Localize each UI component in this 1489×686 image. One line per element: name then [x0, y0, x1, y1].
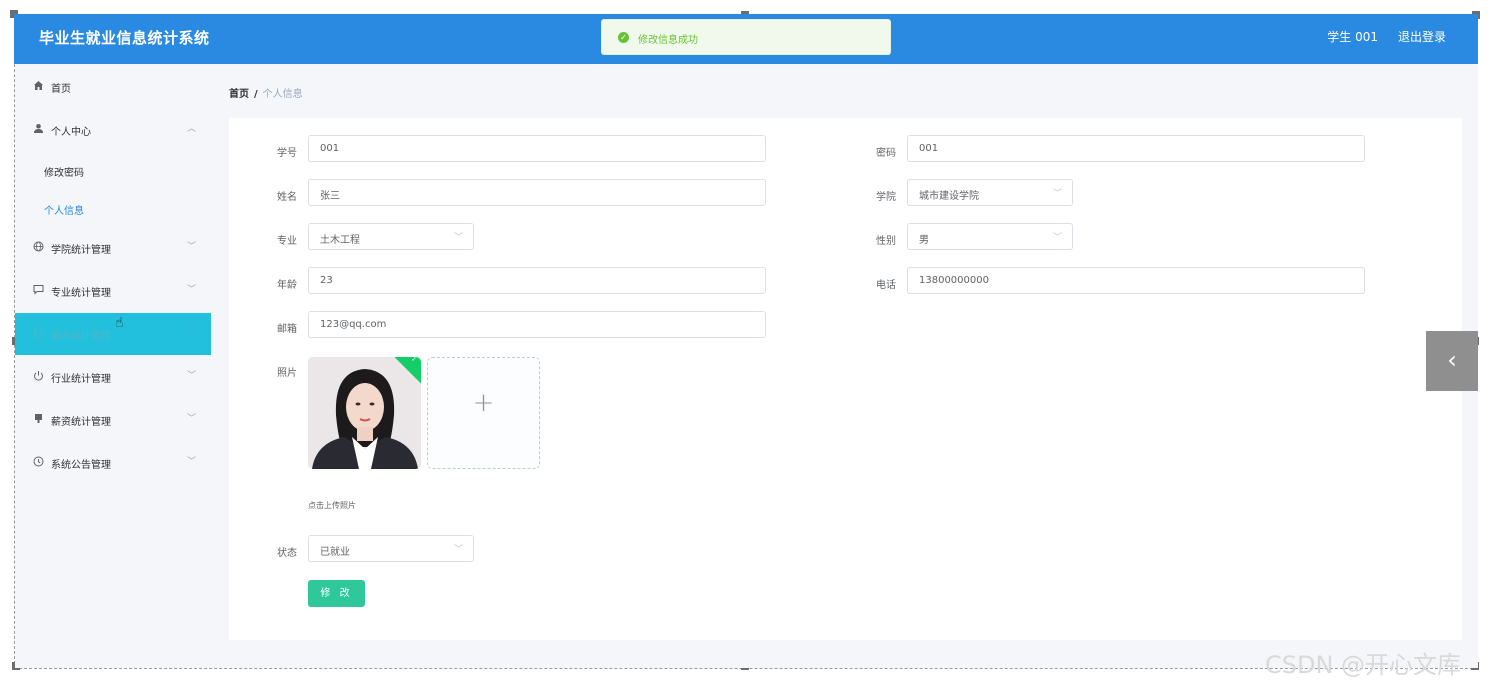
sidebar-item-personal-info[interactable]: 个人信息 — [15, 189, 211, 227]
breadcrumb: 首页 / 个人信息 — [229, 85, 303, 100]
password-label: 密码 — [876, 148, 896, 159]
wallet-icon — [32, 413, 44, 425]
message-icon — [32, 284, 44, 296]
major-label: 专业 — [277, 236, 297, 247]
main-content: 首页 / 个人信息 学号 001 密码 001 姓名 张三 学院 城市建设学院 ﹀ … — [211, 64, 1478, 668]
student-id-label: 学号 — [277, 148, 297, 159]
status-select-value: 已就业 — [320, 547, 350, 558]
toast-message: 修改信息成功 — [638, 35, 698, 46]
sidebar-item-college-stats[interactable]: 学院统计管理 ﹀ — [15, 227, 211, 269]
city-icon — [32, 327, 44, 339]
chevron-down-icon: ﹀ — [187, 328, 197, 338]
photo-label: 照片 — [277, 368, 297, 379]
age-input[interactable]: 23 — [308, 267, 766, 294]
chevron-left-icon: ‹ — [1447, 346, 1457, 374]
sidebar-item-industry-stats[interactable]: 行业统计管理 ﹀ — [15, 356, 211, 398]
user-icon — [32, 123, 44, 135]
gender-label: 性别 — [876, 236, 896, 247]
sidebar-item-city-stats[interactable]: 城市统计管理 ﹀ ☝ — [15, 313, 211, 355]
profile-photo[interactable]: ✓ — [308, 357, 421, 469]
profile-form-card: 学号 001 密码 001 姓名 张三 学院 城市建设学院 ﹀ 专业 土木工程 … — [229, 118, 1462, 640]
check-circle-icon: ✓ — [618, 32, 629, 43]
phone-label: 电话 — [876, 280, 896, 291]
name-input[interactable]: 张三 — [308, 179, 766, 206]
major-select[interactable]: 土木工程 ﹀ — [308, 223, 474, 250]
hand-cursor-icon: ☝ — [115, 315, 124, 331]
sidebar-item-home[interactable]: 首页 — [15, 66, 211, 108]
chevron-down-icon: ﹀ — [187, 414, 197, 424]
app-title: 毕业生就业信息统计系统 — [39, 29, 210, 47]
status-select[interactable]: 已就业 ﹀ — [308, 535, 474, 562]
sidebar-item-label: 首页 — [51, 84, 71, 95]
home-icon — [32, 80, 44, 92]
chevron-down-icon: ﹀ — [187, 285, 197, 295]
status-label: 状态 — [277, 548, 297, 559]
breadcrumb-separator: / — [254, 89, 258, 100]
watermark: CSDN @开心文库 — [1265, 651, 1462, 679]
chevron-down-icon: ﹀ — [1052, 189, 1062, 199]
sidebar-item-salary-stats[interactable]: 薪资统计管理 ﹀ — [15, 399, 211, 441]
user-name: 学生 001 — [1327, 30, 1378, 44]
age-label: 年龄 — [277, 280, 297, 291]
photo-upload-box[interactable]: + — [427, 357, 540, 469]
chevron-down-icon: ﹀ — [453, 233, 463, 243]
email-input[interactable]: 123@qq.com — [308, 311, 766, 338]
check-icon: ✓ — [410, 357, 418, 364]
gender-select[interactable]: 男 ﹀ — [907, 223, 1073, 250]
sidebar-item-label: 城市统计管理 — [51, 331, 111, 342]
college-select-value: 城市建设学院 — [919, 191, 979, 202]
breadcrumb-home[interactable]: 首页 — [229, 89, 249, 100]
sidebar-item-label: 行业统计管理 — [51, 374, 111, 385]
chevron-down-icon: ﹀ — [453, 545, 463, 555]
sidebar-item-change-password[interactable]: 修改密码 — [15, 151, 211, 189]
sidebar-item-label: 学院统计管理 — [51, 245, 111, 256]
sidebar: 首页 个人中心 ︿ 修改密码 个人信息 学院统计管理 ﹀ 专业统计管理 ﹀ 城市… — [15, 64, 211, 668]
sidebar-item-label: 薪资统计管理 — [51, 417, 111, 428]
sidebar-item-label: 系统公告管理 — [51, 460, 111, 471]
chevron-down-icon: ﹀ — [187, 242, 197, 252]
chevron-down-icon: ﹀ — [187, 457, 197, 467]
sidebar-item-label: 个人中心 — [51, 127, 91, 138]
submit-button[interactable]: 修 改 — [308, 580, 365, 607]
success-toast: ✓ 修改信息成功 — [601, 19, 891, 55]
college-label: 学院 — [876, 192, 896, 203]
clock-icon — [32, 456, 44, 468]
breadcrumb-current: 个人信息 — [262, 89, 303, 100]
chevron-down-icon: ﹀ — [187, 371, 197, 381]
sidebar-item-major-stats[interactable]: 专业统计管理 ﹀ — [15, 270, 211, 312]
chevron-down-icon: ﹀ — [1052, 233, 1062, 243]
upload-hint: 点击上传照片 — [308, 501, 356, 510]
gender-select-value: 男 — [919, 235, 929, 246]
email-label: 邮箱 — [277, 324, 297, 335]
sidebar-item-label: 个人信息 — [44, 206, 84, 217]
sidebar-item-announcement[interactable]: 系统公告管理 ﹀ — [15, 442, 211, 484]
sidebar-item-label: 专业统计管理 — [51, 288, 111, 299]
college-select[interactable]: 城市建设学院 ﹀ — [907, 179, 1073, 206]
plus-icon: + — [472, 388, 495, 418]
collapse-tab[interactable]: ‹ — [1426, 331, 1478, 391]
phone-input[interactable]: 13800000000 — [907, 267, 1365, 294]
logout-link[interactable]: 退出登录 — [1398, 28, 1446, 45]
major-select-value: 土木工程 — [320, 235, 360, 246]
password-input[interactable]: 001 — [907, 135, 1365, 162]
sidebar-item-personal-center[interactable]: 个人中心 ︿ — [15, 109, 211, 151]
globe-icon — [32, 241, 44, 253]
student-id-input[interactable]: 001 — [308, 135, 766, 162]
portrait-image — [308, 357, 421, 469]
name-label: 姓名 — [277, 192, 297, 203]
power-icon — [32, 370, 44, 382]
chevron-up-icon: ︿ — [187, 124, 197, 134]
sidebar-item-label: 修改密码 — [44, 168, 84, 179]
